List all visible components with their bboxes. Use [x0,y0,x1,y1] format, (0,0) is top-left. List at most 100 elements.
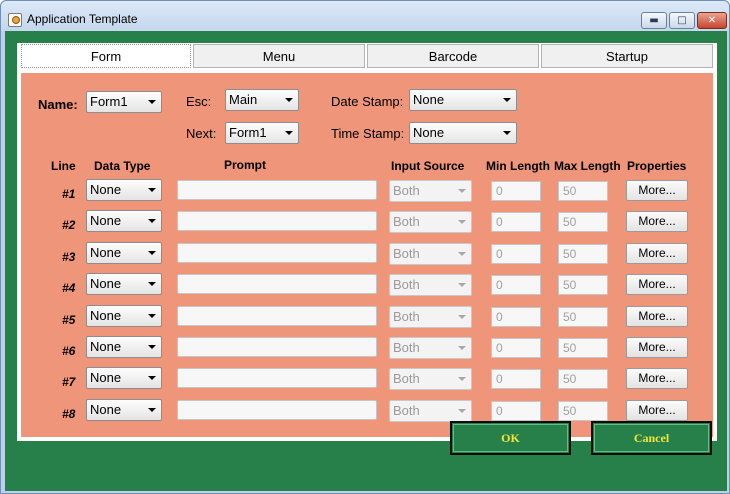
chevron-down-icon [458,377,466,381]
max-length-input[interactable]: 50 [558,307,608,327]
data-type-select[interactable]: None [86,242,162,264]
properties-more-button[interactable]: More... [626,337,688,358]
maximize-button[interactable]: □ [669,12,695,29]
more-button-label: More... [638,340,676,354]
input-source-select[interactable]: Both [389,243,472,265]
min-length-input[interactable]: 0 [491,275,541,295]
min-length-input[interactable]: 0 [491,307,541,327]
chevron-down-icon [148,314,156,318]
name-select[interactable]: Form1 [86,91,162,113]
line-number-label: #6 [62,344,76,358]
min-length-value: 0 [496,215,503,229]
min-length-input[interactable]: 0 [491,338,541,358]
data-type-select[interactable]: None [86,179,162,201]
max-length-input[interactable]: 50 [558,369,608,389]
data-type-value: None [90,402,122,417]
max-length-input[interactable]: 50 [558,338,608,358]
prompt-input[interactable] [177,211,377,231]
input-source-select[interactable]: Both [389,211,472,233]
maximize-icon: □ [677,15,687,26]
input-source-value: Both [393,309,420,324]
prompt-input[interactable] [177,180,377,200]
min-length-input[interactable]: 0 [491,244,541,264]
max-length-value: 50 [563,215,577,229]
chevron-down-icon [458,346,466,350]
properties-more-button[interactable]: More... [626,211,688,232]
max-length-input[interactable]: 50 [558,181,608,201]
prompt-input[interactable] [177,368,377,388]
chevron-down-icon [148,376,156,380]
data-type-select[interactable]: None [86,210,162,232]
input-source-select[interactable]: Both [389,337,472,359]
header-prompt: Prompt [224,158,266,172]
min-length-input[interactable]: 0 [491,212,541,232]
input-source-select[interactable]: Both [389,368,472,390]
input-source-select[interactable]: Both [389,180,472,202]
next-label: Next: [186,126,217,141]
chevron-down-icon [148,408,156,412]
min-length-input[interactable]: 0 [491,369,541,389]
input-source-select[interactable]: Both [389,306,472,328]
properties-more-button[interactable]: More... [626,400,688,421]
properties-more-button[interactable]: More... [626,368,688,389]
input-source-select[interactable]: Both [389,400,472,422]
max-length-input[interactable]: 50 [558,244,608,264]
line-number-label: #5 [62,313,76,327]
max-length-value: 50 [563,310,577,324]
prompt-input[interactable] [177,243,377,263]
max-length-input[interactable]: 50 [558,275,608,295]
prompt-input[interactable] [177,306,377,326]
close-button[interactable]: ✕ [697,12,727,29]
chevron-down-icon [503,98,511,102]
data-type-select[interactable]: None [86,273,162,295]
input-source-select[interactable]: Both [389,274,472,296]
prompt-input[interactable] [177,400,377,420]
data-type-select[interactable]: None [86,367,162,389]
title-bar[interactable]: Application Template ▬ □ ✕ [1,1,729,31]
properties-more-button[interactable]: More... [626,243,688,264]
input-source-value: Both [393,277,420,292]
date-stamp-select-value: None [413,92,445,107]
min-length-value: 0 [496,341,503,355]
data-type-select[interactable]: None [86,336,162,358]
data-type-value: None [90,276,122,291]
properties-more-button[interactable]: More... [626,274,688,295]
max-length-input[interactable]: 50 [558,401,608,421]
date-stamp-select[interactable]: None [409,89,517,111]
input-source-value: Both [393,340,420,355]
properties-more-button[interactable]: More... [626,180,688,201]
esc-select[interactable]: Main [225,89,299,111]
next-select[interactable]: Form1 [225,122,299,144]
prompt-input[interactable] [177,274,377,294]
max-length-value: 50 [563,404,577,418]
tab-menu-label: Menu [262,48,296,64]
ok-button-label: OK [501,431,520,445]
chevron-down-icon [148,219,156,223]
input-source-value: Both [393,214,420,229]
ok-button[interactable]: OK [450,421,571,455]
tab-startup[interactable]: Startup [541,44,713,68]
data-type-value: None [90,370,122,385]
line-number-label: #2 [62,218,76,232]
min-length-value: 0 [496,404,503,418]
max-length-input[interactable]: 50 [558,212,608,232]
tab-form[interactable]: Form [21,44,191,68]
min-length-input[interactable]: 0 [491,181,541,201]
cancel-button[interactable]: Cancel [591,421,712,455]
tab-startup-label: Startup [606,48,648,64]
tab-menu[interactable]: Menu [193,44,365,68]
header-line: Line [51,159,76,173]
minimize-button[interactable]: ▬ [641,12,667,29]
chevron-down-icon [285,131,293,135]
max-length-value: 50 [563,372,577,386]
data-type-select[interactable]: None [86,305,162,327]
chevron-down-icon [148,188,156,192]
tab-barcode[interactable]: Barcode [367,44,539,68]
input-source-value: Both [393,246,420,261]
time-stamp-select[interactable]: None [409,122,517,144]
min-length-input[interactable]: 0 [491,401,541,421]
prompt-input[interactable] [177,337,377,357]
chevron-down-icon [458,220,466,224]
properties-more-button[interactable]: More... [626,306,688,327]
data-type-select[interactable]: None [86,399,162,421]
